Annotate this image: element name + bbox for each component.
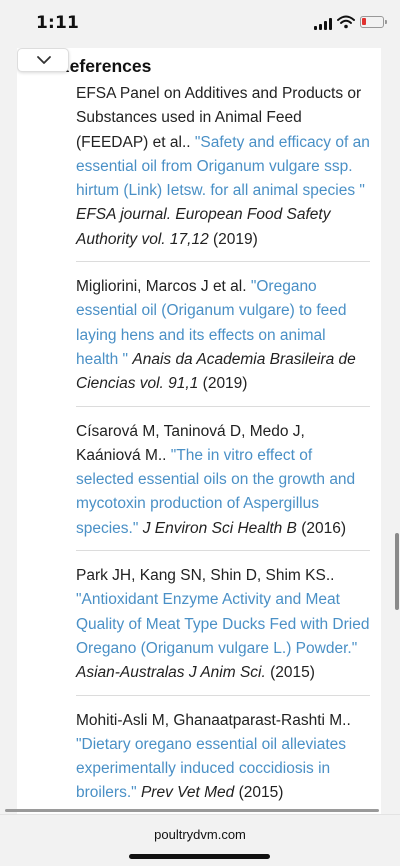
reference-item: Park JH, Kang SN, Shin D, Shim KS.. "Ant… bbox=[76, 560, 370, 696]
reference-authors: Migliorini, Marcos J et al. bbox=[76, 278, 251, 296]
reference-journal: EFSA journal. European Food Safety Autho… bbox=[76, 206, 331, 248]
url-text[interactable]: poultrydvm.com bbox=[0, 827, 400, 842]
vertical-scrollbar[interactable] bbox=[395, 533, 399, 610]
reference-item: Mohiti-Asli M, Ghanaatparast-Rashti M.. … bbox=[76, 705, 370, 814]
browser-address-bar[interactable]: poultrydvm.com bbox=[0, 814, 400, 866]
chevron-down-icon bbox=[37, 56, 51, 64]
reference-year: (2015) bbox=[238, 784, 284, 802]
home-indicator bbox=[129, 854, 270, 859]
reference-year: (2019) bbox=[213, 230, 258, 248]
horizontal-scrollbar[interactable] bbox=[5, 809, 379, 812]
wifi-icon bbox=[337, 15, 355, 29]
references-list: EFSA Panel on Additives and Products or … bbox=[76, 78, 370, 814]
web-page[interactable]: References EFSA Panel on Additives and P… bbox=[0, 48, 400, 814]
reference-year: (2016) bbox=[301, 519, 347, 537]
reference-year: (2019) bbox=[202, 375, 248, 393]
references-heading: References bbox=[57, 56, 152, 76]
status-bar: 1:11 bbox=[0, 0, 400, 48]
reference-title-link[interactable]: "Antioxidant Enzyme Activity and Meat Qu… bbox=[76, 591, 369, 657]
reference-item: Císarová M, Taninová D, Medo J, Kaániová… bbox=[76, 416, 370, 552]
reference-authors: Mohiti-Asli M, Ghanaatparast-Rashti M.. bbox=[76, 711, 351, 729]
battery-low-icon bbox=[360, 16, 387, 28]
reference-year: (2015) bbox=[270, 664, 315, 682]
reference-authors: Park JH, Kang SN, Shin D, Shim KS.. bbox=[76, 567, 335, 585]
reference-journal: Asian-Australas J Anim Sci. bbox=[76, 664, 266, 682]
cellular-signal-icon bbox=[314, 18, 334, 30]
collapse-toggle-button[interactable] bbox=[17, 48, 69, 72]
status-time: 1:11 bbox=[36, 13, 80, 33]
reference-journal: Prev Vet Med bbox=[140, 784, 235, 802]
reference-item: Migliorini, Marcos J et al. "Oregano ess… bbox=[76, 271, 370, 407]
reference-item: EFSA Panel on Additives and Products or … bbox=[76, 78, 370, 263]
reference-journal: J Environ Sci Health B bbox=[142, 519, 297, 537]
article-content: References EFSA Panel on Additives and P… bbox=[17, 48, 381, 814]
